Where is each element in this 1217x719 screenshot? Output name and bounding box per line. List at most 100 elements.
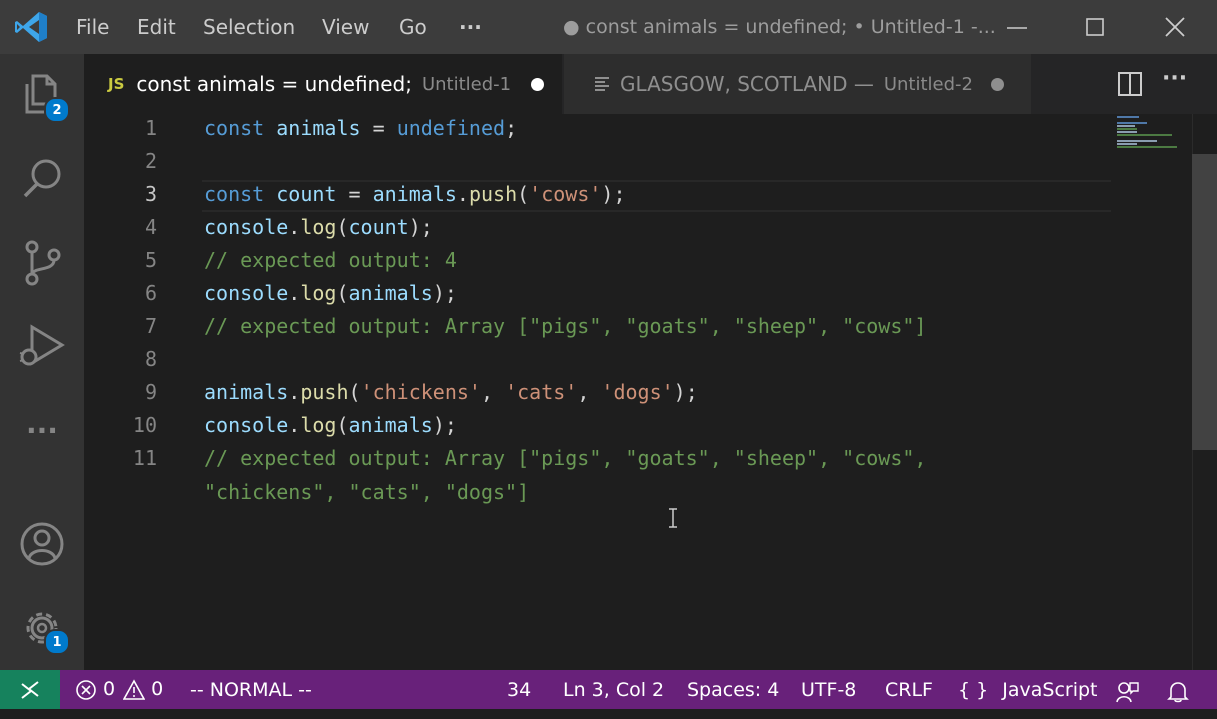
code-token: count (348, 215, 409, 239)
minimize-icon (1007, 27, 1027, 29)
code-token: . (288, 215, 301, 239)
code-token: console (204, 281, 289, 305)
menu-selection[interactable]: Selection (203, 0, 295, 54)
tab-untitled-2[interactable]: GLASGOW, SCOTLAND — Untitled-2 (564, 54, 1031, 114)
code-line: // expected output: Array ["pigs", "goat… (204, 314, 926, 338)
code-line: console.log(animals); (204, 413, 457, 437)
code-editor[interactable]: 1 2 3 4 5 6 7 8 9 10 11 const animals = undefined;… (84, 114, 1217, 670)
code-token: ; (505, 116, 518, 140)
search-icon (23, 159, 61, 198)
window-title: ● const animals = undefined; • Untitled-… (563, 16, 996, 38)
search-view-button[interactable] (0, 143, 84, 213)
code-token: ( (336, 215, 349, 239)
line-number: 1 (144, 116, 157, 140)
cursor-position[interactable]: Ln 3, Col 2 (563, 670, 664, 709)
minimap[interactable] (1117, 114, 1192, 154)
code-token: animals (348, 281, 433, 305)
code-token: push (300, 380, 349, 404)
manage-button[interactable]: 1 (0, 593, 84, 663)
line-number: 6 (144, 281, 157, 305)
code-token: ); (601, 182, 626, 206)
notifications-button[interactable] (1166, 678, 1190, 703)
vertical-scrollbar[interactable] (1192, 154, 1217, 450)
unsaved-dot-icon[interactable] (990, 77, 1004, 91)
source-control-button[interactable] (0, 228, 84, 298)
title-bar: File Edit Selection View Go ··· ● const … (0, 0, 1217, 54)
code-token: undefined (396, 116, 506, 140)
error-count: 0 (103, 678, 116, 700)
line-number: 11 (132, 446, 157, 470)
code-token: ); (408, 215, 433, 239)
code-token: animals (372, 182, 457, 206)
warning-count: 0 (151, 678, 164, 700)
code-token: . (288, 413, 301, 437)
tab-untitled-1[interactable]: JS const animals = undefined; Untitled-1 (84, 54, 562, 114)
code-line: animals.push('chickens', 'cats', 'dogs')… (204, 380, 698, 404)
code-line: console.log(animals); (204, 281, 457, 305)
menu-go[interactable]: Go (399, 0, 427, 54)
minimize-button[interactable] (992, 0, 1042, 54)
code-token: ( (517, 182, 530, 206)
code-token: animals (276, 116, 361, 140)
code-token: // expected output: 4 (204, 248, 457, 272)
unsaved-dot-icon[interactable] (531, 77, 545, 91)
close-window-button[interactable] (1150, 0, 1200, 54)
editor-tab-bar: JS const animals = undefined; Untitled-1… (84, 54, 1217, 114)
remote-button[interactable] (0, 670, 60, 709)
code-token: "chickens", "cats", "dogs"] (204, 480, 530, 504)
accounts-button[interactable] (0, 509, 84, 579)
code-token: count (276, 182, 337, 206)
code-token: // expected output: Array ["pigs", "goat… (204, 314, 927, 338)
line-number: 10 (132, 413, 157, 437)
end-of-line[interactable]: CRLF (885, 670, 933, 709)
account-icon (20, 522, 64, 566)
menu-more[interactable]: ··· (459, 0, 482, 54)
vim-mode: -- NORMAL -- (190, 679, 312, 701)
line-number: 8 (144, 347, 157, 371)
code-line: console.log(count); (204, 215, 433, 239)
code-token: animals (348, 413, 433, 437)
code-token: console (204, 215, 289, 239)
code-token: log (300, 281, 337, 305)
maximize-button[interactable] (1070, 0, 1120, 54)
code-token: . (288, 380, 301, 404)
menu-file[interactable]: File (76, 0, 109, 54)
text-cursor-icon (669, 508, 677, 528)
code-token: const (204, 182, 265, 206)
activity-bar: 2 ··· 1 (0, 54, 84, 670)
run-debug-icon (19, 324, 65, 366)
run-debug-button[interactable] (0, 312, 84, 382)
encoding[interactable]: UTF-8 (801, 670, 856, 709)
remote-icon (21, 680, 39, 699)
code-token: console (204, 413, 289, 437)
code-token: ); (432, 413, 457, 437)
maximize-icon (1086, 18, 1104, 36)
code-token: log (300, 215, 337, 239)
split-editor-button[interactable] (1117, 71, 1143, 101)
line-number: 9 (144, 380, 157, 404)
status-count[interactable]: 34 (507, 670, 531, 709)
code-token: , (577, 380, 602, 404)
menu-edit[interactable]: Edit (137, 0, 176, 54)
code-token: push (468, 182, 518, 206)
code-line: // expected output: 4 (204, 248, 457, 272)
line-number: 7 (144, 314, 157, 338)
code-token: ); (432, 281, 457, 305)
code-token: 'chickens' (360, 380, 481, 404)
tab-description: Untitled-2 (883, 73, 973, 95)
feedback-button[interactable] (1115, 678, 1139, 703)
code-token: // expected output: Array ["pigs", "goat… (204, 446, 927, 470)
explorer-button[interactable]: 2 (0, 59, 84, 129)
language-mode[interactable]: { } JavaScript (958, 670, 1098, 709)
close-icon (1165, 17, 1185, 37)
tab-description: Untitled-1 (421, 73, 512, 95)
menu-view[interactable]: View (322, 0, 369, 54)
more-actions-button[interactable]: ··· (1162, 66, 1187, 91)
problems-button[interactable]: 0 0 (75, 670, 163, 709)
more-views-button[interactable]: ··· (0, 395, 84, 465)
language-label: JavaScript (1002, 679, 1098, 701)
tab-label: GLASGOW, SCOTLAND — (620, 72, 874, 96)
indentation[interactable]: Spaces: 4 (687, 670, 779, 709)
code-token: 'dogs' (601, 380, 674, 404)
code-token: ( (348, 380, 361, 404)
